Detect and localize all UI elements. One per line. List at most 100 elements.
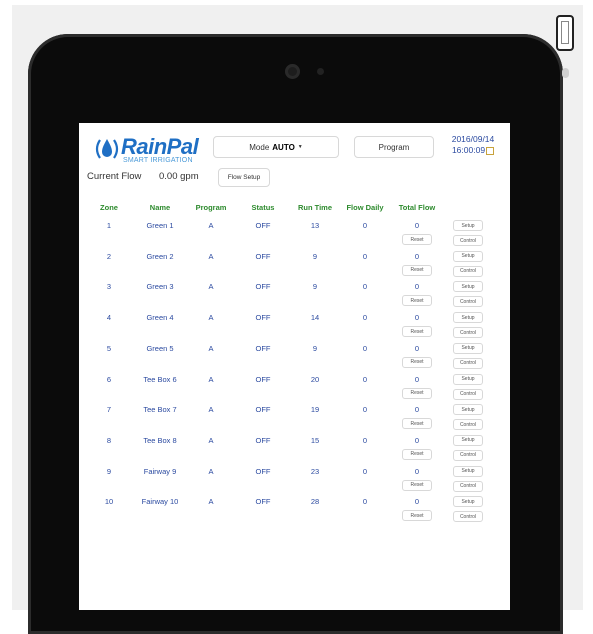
cell-name: Tee Box 6 — [143, 374, 177, 384]
cell-status: OFF — [255, 343, 271, 353]
cell-flow-daily: 0 — [362, 251, 368, 261]
control-button[interactable]: Control — [453, 357, 483, 369]
cell-program: A — [208, 221, 214, 230]
rainpal-logo: RainPal SMART IRRIGATION — [87, 133, 207, 165]
date-text: 2016/09/14 — [451, 134, 495, 144]
camera-icon — [285, 64, 300, 79]
setup-button[interactable]: Setup — [453, 496, 483, 508]
cell-status: OFF — [255, 497, 271, 507]
cell-status: OFF — [255, 466, 271, 476]
reset-button[interactable]: Reset — [402, 418, 432, 430]
cell-total-flow: 0 — [414, 435, 420, 445]
cell-program: A — [208, 251, 214, 261]
cell-total-flow: 0 — [414, 251, 420, 261]
control-button[interactable]: Control — [453, 235, 483, 246]
cell-run-time: 9 — [312, 282, 318, 292]
cell-total-flow: 0 — [414, 221, 420, 230]
cell-total-flow: 0 — [414, 466, 420, 476]
cell-flow-daily: 0 — [362, 313, 368, 323]
cell-program: A — [208, 313, 214, 323]
cell-flow-daily: 0 — [362, 405, 368, 415]
rotate-device-icon[interactable] — [556, 15, 574, 51]
cell-zone: 5 — [106, 343, 112, 353]
cell-program: A — [208, 435, 214, 445]
cell-zone: 8 — [106, 435, 112, 445]
cell-name: Tee Box 7 — [143, 405, 177, 415]
cell-total-flow: 0 — [414, 405, 420, 415]
cell-name: Green 2 — [146, 251, 174, 261]
reset-button[interactable]: Reset — [402, 356, 432, 368]
cell-program: A — [208, 343, 214, 353]
setup-button[interactable]: Setup — [453, 465, 483, 477]
cell-flow-daily: 0 — [362, 497, 368, 507]
cell-zone: 4 — [106, 313, 112, 323]
reset-button[interactable]: Reset — [402, 234, 432, 245]
mode-select[interactable]: Mode AUTO ▼ — [213, 136, 339, 158]
header-status: Status — [251, 203, 275, 212]
setup-button[interactable]: Setup — [453, 342, 483, 354]
reset-button[interactable]: Reset — [402, 479, 432, 491]
cell-flow-daily: 0 — [362, 435, 368, 445]
cell-run-time: 9 — [312, 251, 318, 261]
cell-zone: 10 — [104, 497, 114, 507]
setup-button[interactable]: Setup — [453, 404, 483, 416]
control-button[interactable]: Control — [453, 388, 483, 400]
cell-status: OFF — [255, 251, 271, 261]
setup-button[interactable]: Setup — [453, 373, 483, 385]
cell-program: A — [208, 466, 214, 476]
calendar-edit-icon[interactable] — [486, 146, 495, 155]
water-drop-logo-icon — [95, 139, 119, 159]
cell-flow-daily: 0 — [362, 343, 368, 353]
cell-total-flow: 0 — [414, 343, 420, 353]
cell-status: OFF — [255, 374, 271, 384]
cell-flow-daily: 0 — [362, 374, 368, 384]
cell-run-time: 13 — [310, 221, 320, 230]
cell-total-flow: 0 — [414, 497, 420, 507]
sensor-icon — [317, 68, 324, 75]
cell-run-time: 28 — [310, 497, 320, 507]
setup-button[interactable]: Setup — [453, 281, 483, 293]
cell-program: A — [208, 282, 214, 292]
control-button[interactable]: Control — [453, 511, 483, 523]
program-button[interactable]: Program — [354, 136, 434, 158]
control-button[interactable]: Control — [453, 327, 483, 339]
cell-name: Green 3 — [146, 282, 174, 292]
cell-zone: 7 — [106, 405, 112, 415]
control-button[interactable]: Control — [453, 419, 483, 431]
control-button[interactable]: Control — [453, 449, 483, 461]
reset-button[interactable]: Reset — [402, 295, 432, 307]
logo-tagline: SMART IRRIGATION — [123, 157, 193, 164]
reset-button[interactable]: Reset — [402, 448, 432, 460]
tablet-side-button — [562, 68, 569, 78]
header-flow-daily: Flow Daily — [346, 203, 384, 212]
control-button[interactable]: Control — [453, 296, 483, 308]
current-flow-value: 0.00 gpm — [159, 171, 199, 182]
cell-program: A — [208, 497, 214, 507]
reset-button[interactable]: Reset — [402, 326, 432, 338]
reset-button[interactable]: Reset — [402, 510, 432, 522]
flow-setup-button[interactable]: Flow Setup — [218, 168, 270, 187]
cell-status: OFF — [255, 405, 271, 415]
setup-button[interactable]: Setup — [453, 220, 483, 231]
cell-name: Green 4 — [146, 313, 174, 323]
reset-button[interactable]: Reset — [402, 387, 432, 399]
cell-flow-daily: 0 — [362, 221, 368, 230]
control-button[interactable]: Control — [453, 265, 483, 277]
cell-status: OFF — [255, 282, 271, 292]
cell-run-time: 15 — [310, 435, 320, 445]
setup-button[interactable]: Setup — [453, 250, 483, 262]
cell-flow-daily: 0 — [362, 466, 368, 476]
reset-button[interactable]: Reset — [402, 264, 432, 276]
cell-total-flow: 0 — [414, 313, 420, 323]
cell-program: A — [208, 374, 214, 384]
cell-status: OFF — [255, 435, 271, 445]
mode-value: AUTO — [272, 142, 295, 152]
cell-zone: 9 — [106, 466, 112, 476]
setup-button[interactable]: Setup — [453, 434, 483, 446]
cell-run-time: 20 — [310, 374, 320, 384]
header-zone: Zone — [100, 203, 118, 212]
setup-button[interactable]: Setup — [453, 312, 483, 324]
cell-name: Fairway 10 — [141, 497, 179, 507]
control-button[interactable]: Control — [453, 480, 483, 492]
cell-run-time: 9 — [312, 343, 318, 353]
